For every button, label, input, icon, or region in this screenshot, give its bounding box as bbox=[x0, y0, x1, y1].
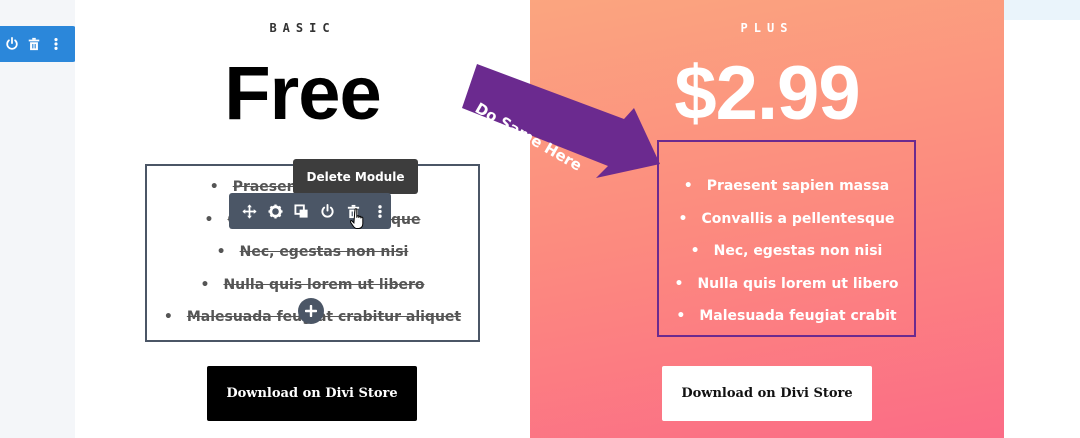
download-button[interactable]: Download on Divi Store bbox=[662, 366, 872, 421]
plan-label: PLUS bbox=[740, 21, 794, 35]
feature-item: Malesuada feugiat crabit bbox=[659, 300, 914, 333]
more-icon[interactable] bbox=[48, 36, 64, 52]
plus-icon bbox=[305, 305, 317, 317]
download-button[interactable]: Download on Divi Store bbox=[207, 366, 417, 421]
page-right-margin bbox=[1004, 0, 1080, 438]
delete-module-tooltip: Delete Module bbox=[293, 159, 418, 194]
feature-item: Nec, egestas non nisi bbox=[147, 236, 478, 269]
feature-item: Nec, egestas non nisi bbox=[659, 235, 914, 268]
duplicate-icon[interactable] bbox=[293, 203, 310, 220]
feature-item: Convallis a pellentesque bbox=[659, 203, 914, 236]
move-icon[interactable] bbox=[241, 203, 258, 220]
more-icon[interactable] bbox=[371, 203, 388, 220]
gear-icon[interactable] bbox=[267, 203, 284, 220]
add-module-button[interactable] bbox=[298, 298, 324, 324]
top-band bbox=[1004, 0, 1080, 20]
hand-cursor-icon bbox=[349, 207, 368, 231]
features-module-highlighted[interactable]: Praesent sapien massa Convallis a pellen… bbox=[657, 140, 916, 337]
feature-item: Praesent sapien massa bbox=[659, 170, 914, 203]
feature-item: Nulla quis lorem ut libero bbox=[147, 269, 478, 302]
trash-icon[interactable] bbox=[26, 36, 42, 52]
power-icon[interactable] bbox=[319, 203, 336, 220]
plan-label: BASIC bbox=[269, 21, 336, 35]
row-toolbar bbox=[0, 26, 76, 62]
feature-item: Nulla quis lorem ut libero bbox=[659, 268, 914, 301]
power-icon[interactable] bbox=[4, 36, 20, 52]
feature-list: Praesent sapien massa Convallis a pellen… bbox=[659, 170, 914, 333]
page-left-margin bbox=[0, 0, 75, 438]
